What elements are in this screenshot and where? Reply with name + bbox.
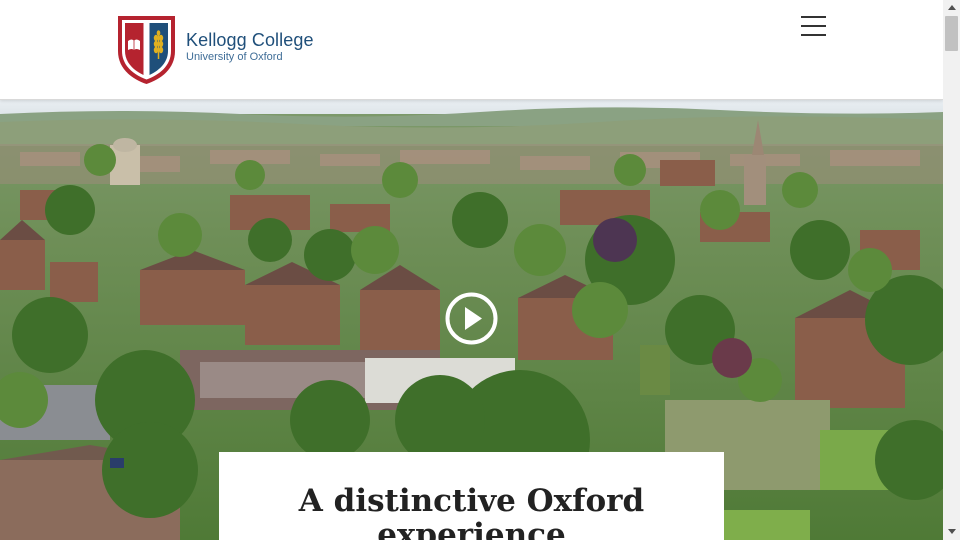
logo-text: Kellogg College University of Oxford [186, 29, 314, 64]
vertical-scrollbar[interactable] [943, 0, 960, 540]
scrollbar-thumb[interactable] [945, 16, 958, 51]
hamburger-menu-icon[interactable] [798, 13, 830, 41]
hero-video[interactable]: A distinctive Oxford experience [0, 100, 943, 540]
college-crest-icon [118, 16, 175, 84]
menu-bar-top [801, 16, 826, 18]
hero-heading-line2: experience [377, 517, 566, 540]
play-icon-graphic [445, 292, 498, 345]
hero-heading-line1: A distinctive Oxford [298, 483, 645, 519]
college-name: Kellogg College [186, 29, 314, 50]
college-logo-link[interactable]: Kellogg College University of Oxford [117, 15, 314, 85]
hero-caption-card: A distinctive Oxford experience [219, 452, 724, 540]
scroll-up-arrow-icon [948, 5, 956, 10]
scroll-up-arrow[interactable] [943, 0, 960, 15]
play-icon[interactable] [445, 292, 498, 345]
scroll-down-arrow[interactable] [943, 524, 960, 539]
scroll-down-arrow-icon [948, 529, 956, 534]
university-name: University of Oxford [186, 50, 283, 63]
page: Kellogg College University of Oxford A d… [0, 0, 943, 540]
menu-bar-bottom [801, 34, 826, 36]
menu-bar-middle [801, 25, 826, 27]
hero-heading: A distinctive Oxford experience [219, 452, 724, 540]
site-header: Kellogg College University of Oxford [0, 0, 943, 100]
